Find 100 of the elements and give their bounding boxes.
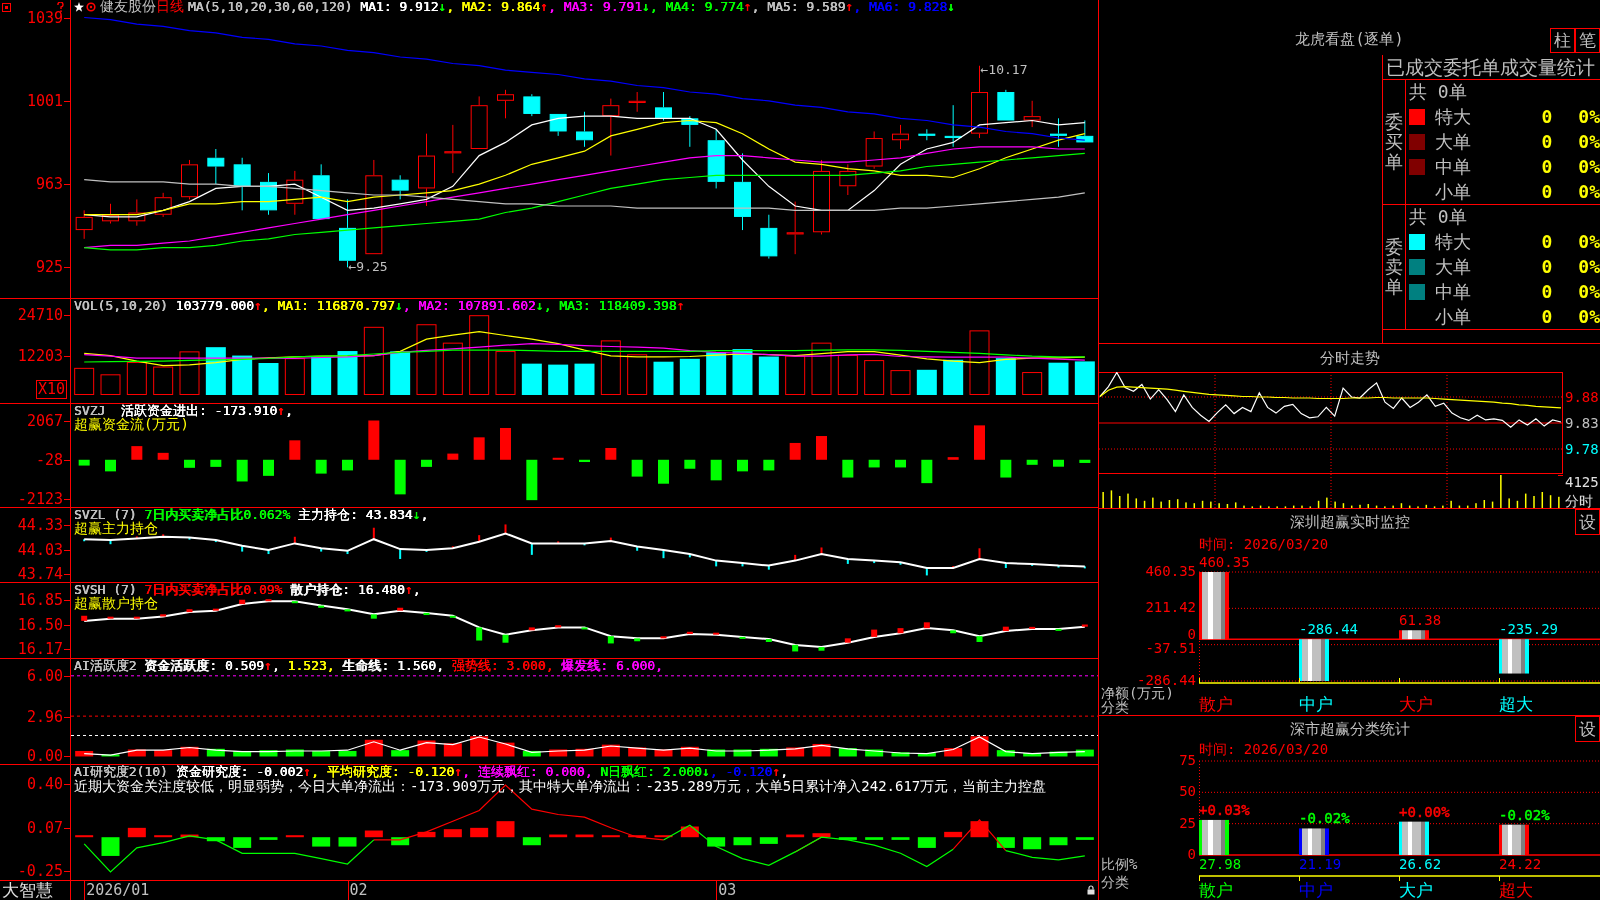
indicator-title: 超赢散户持仓 xyxy=(74,596,158,610)
change-label: -0.02% xyxy=(1499,806,1550,823)
axis-label: -286.44 xyxy=(1137,672,1196,688)
indicator-text: ↑ xyxy=(264,659,272,672)
price-annotation: ←9.25 xyxy=(348,258,388,274)
order-size-label: 特大 xyxy=(1435,104,1471,129)
order-total: 共 0单 xyxy=(1408,205,1467,229)
axis-label: 9.83 xyxy=(1565,416,1599,430)
indicator-text: 103779.000 xyxy=(174,299,254,312)
axis-label: 1039 xyxy=(26,10,63,25)
axis-label: 2067 xyxy=(26,413,63,429)
order-count: 0 xyxy=(1541,306,1553,327)
axis-title: 分时 xyxy=(1565,494,1593,508)
indicator-text: ↑ xyxy=(772,765,781,778)
indicator-text: ↓ xyxy=(641,0,650,13)
indicator-text: 1.523, xyxy=(286,659,335,672)
indicator-text: ↑ xyxy=(303,765,312,778)
value-label: 27.98 xyxy=(1199,856,1242,872)
category-label: 超大 xyxy=(1499,694,1533,714)
indicator-title: 超赢资金流(万元) xyxy=(74,417,189,431)
order-percent: 0% xyxy=(1578,131,1600,152)
axis-label: 0 xyxy=(1187,846,1196,862)
indicator-text: 主力持仓: 43.834 xyxy=(297,508,413,521)
axis-title: 分类 xyxy=(1101,874,1129,890)
indicator-text: 生命线: 1.560, xyxy=(341,659,444,672)
indicator-text: , MA3: 9.791 xyxy=(548,0,642,13)
value-label: 460.35 xyxy=(1199,554,1250,570)
indicator-text: ↑ xyxy=(404,583,413,596)
axis-label: 0.00 xyxy=(26,748,63,764)
period-label: 日线 xyxy=(156,0,184,13)
order-count: 0 xyxy=(1541,131,1553,152)
indicator-text: 活跃资金进出: -173.910 xyxy=(119,404,278,417)
indicator-text: , MA6: 9.828 xyxy=(853,0,948,13)
indicator-text: , MA2: 107891.602 xyxy=(402,299,536,312)
date-label: 2026/01 xyxy=(84,881,150,900)
indicator-text: VOL(5,10,20) xyxy=(74,299,168,312)
indicator-text: ↓ xyxy=(947,0,956,13)
value-label: -235.29 xyxy=(1499,621,1558,638)
category-label: 散户 xyxy=(1199,880,1233,900)
axis-label: -28 xyxy=(35,452,63,468)
indicator-text: AI研究度2(10) xyxy=(74,765,168,778)
indicator-text: , MA4: 9.774 xyxy=(649,0,744,13)
date-label: 03 xyxy=(716,881,737,900)
stock-name: 健友股份 xyxy=(100,0,156,13)
axis-label: 24710 xyxy=(17,307,63,323)
value-label: 24.22 xyxy=(1499,856,1542,872)
axis-label: 75 xyxy=(1179,752,1196,768)
indicator-text: MA1: 9.912 xyxy=(359,0,439,13)
change-label: -0.02% xyxy=(1299,810,1350,827)
order-size-label: 特大 xyxy=(1435,229,1471,254)
price-annotation: ←10.17 xyxy=(980,62,1028,78)
order-count: 0 xyxy=(1541,181,1553,202)
axis-title: 分类 xyxy=(1101,699,1129,715)
order-size-label: 中单 xyxy=(1435,279,1471,304)
order-percent: 0% xyxy=(1578,231,1600,252)
axis-label: 0.07 xyxy=(26,820,63,836)
category-label: 超大 xyxy=(1499,880,1533,900)
indicator-text: ↑ xyxy=(845,0,854,13)
indicator-text: ↑ xyxy=(254,299,262,312)
analysis-text: 近期大资金关注度较低，明显弱势，今日大单净流出：-173.909万元，其中特大单净流出：-235.289万元，大单5日累计净入242.617万元，当前主力控盘 xyxy=(74,779,1047,794)
axis-label: 2.96 xyxy=(26,709,63,725)
order-count: 0 xyxy=(1541,156,1553,177)
category-label: 中户 xyxy=(1299,880,1333,900)
indicator-text: ↑ xyxy=(454,765,463,778)
timestamp-text: 时间: 2026/03/20 xyxy=(1199,536,1329,552)
order-percent: 0% xyxy=(1578,156,1600,177)
axis-label: -0.25 xyxy=(17,863,63,879)
indicator-text: SVZJ xyxy=(74,404,106,417)
indicator-text: 散户持仓: 16.480 xyxy=(289,583,405,596)
panel-title: 深市超赢分类统计 xyxy=(1289,719,1410,739)
axis-label: 44.33 xyxy=(17,517,63,533)
order-size-label: 小单 xyxy=(1435,304,1471,329)
indicator-text: , xyxy=(271,659,280,672)
category-label: 散户 xyxy=(1199,694,1233,714)
indicator-text: , MA3: 118409.398 xyxy=(543,299,677,312)
category-label: 大户 xyxy=(1399,694,1433,714)
axis-label: 0.40 xyxy=(26,776,63,792)
axis-label: 25 xyxy=(1179,814,1196,831)
axis-label: 16.17 xyxy=(17,641,63,657)
order-count: 0 xyxy=(1541,281,1553,302)
value-label: 21.19 xyxy=(1299,856,1342,872)
axis-label: 12203 xyxy=(17,348,63,364)
indicator-text: , MA1: 116870.797 xyxy=(261,299,395,312)
app-name: 大智慧 xyxy=(1,881,53,900)
panel-title: 深圳超赢实时监控 xyxy=(1289,512,1410,532)
axis-label: 16.50 xyxy=(17,617,63,633)
timestamp-text: 时间: 2026/03/20 xyxy=(1199,742,1329,757)
indicator-text: 7日内买卖净占比0.09% xyxy=(144,583,283,596)
indicator-text: , xyxy=(285,404,293,417)
axis-label: 460.35 xyxy=(1145,563,1196,579)
order-size-label: 大单 xyxy=(1435,254,1471,279)
indicator-text: 爆发线: 6.000, xyxy=(560,659,663,672)
value-label: -286.44 xyxy=(1299,621,1358,638)
panel-title: 分时走势 xyxy=(1319,348,1380,368)
axis-label: -37.51 xyxy=(1145,639,1196,656)
order-size-label: 中单 xyxy=(1435,154,1471,179)
order-percent: 0% xyxy=(1578,256,1600,277)
indicator-text: ↓ xyxy=(394,299,403,312)
indicator-text: ↓ xyxy=(535,299,544,312)
scale-label: X10 xyxy=(35,380,67,399)
